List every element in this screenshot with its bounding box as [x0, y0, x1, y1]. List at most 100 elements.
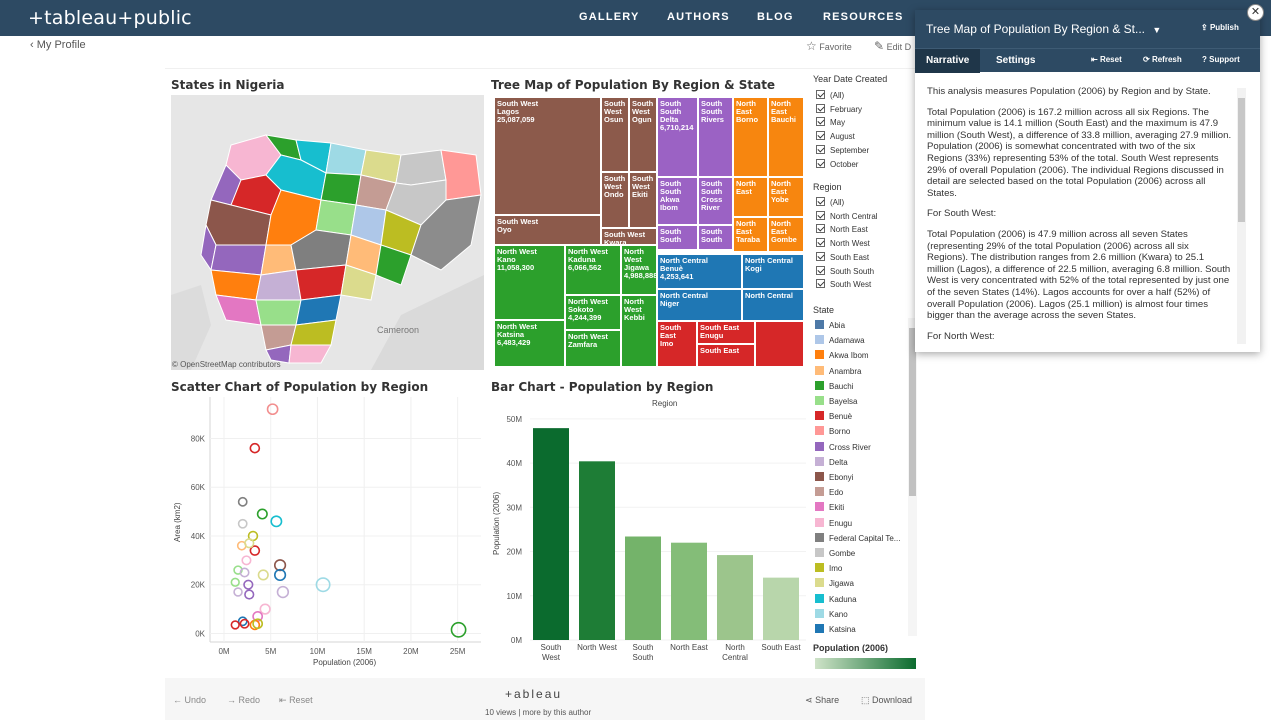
filter-region-option[interactable]: North Central [816, 210, 878, 221]
checkbox-icon[interactable] [816, 224, 825, 234]
checkbox-icon[interactable] [816, 131, 825, 141]
favorite-button[interactable]: ☆ Favorite [806, 39, 852, 53]
close-icon[interactable]: ✕ [1247, 4, 1264, 21]
treemap-cell[interactable]: North West Kebbi [621, 295, 657, 367]
view-count[interactable]: 10 views | more by this author [485, 708, 591, 717]
treemap-cell[interactable]: North East Taraba [733, 217, 768, 252]
checkbox-icon[interactable] [816, 238, 825, 248]
panel-refresh-button[interactable]: ⟳ Refresh [1143, 55, 1182, 64]
treemap-cell[interactable]: South East Imo [657, 321, 697, 367]
treemap-cell[interactable]: South South Cross River [698, 177, 733, 225]
treemap-cell[interactable]: South West Ekiti [629, 172, 657, 228]
filter-year-option[interactable]: (All) [816, 90, 844, 100]
state-legend-item[interactable]: Imo [815, 563, 842, 573]
treemap-cell[interactable]: North East Bauchi [768, 97, 804, 177]
state-legend-item[interactable]: Federal Capital Te... [815, 532, 900, 543]
filter-year-option[interactable]: February [816, 103, 862, 114]
redo-button[interactable]: → Redo [227, 695, 260, 705]
treemap-cell[interactable] [755, 321, 804, 367]
scrollbar-thumb[interactable] [909, 328, 916, 496]
panel-support-button[interactable]: ? Support [1202, 55, 1240, 64]
narrative-scrollbar[interactable] [1237, 88, 1246, 344]
treemap-cell[interactable]: South West Osun [601, 97, 629, 172]
checkbox-icon[interactable] [816, 210, 825, 220]
download-button[interactable]: ⬚ Download [861, 695, 912, 706]
treemap-cell[interactable]: North Central Kogi [742, 254, 804, 289]
state-legend-item[interactable]: Katsina [815, 624, 856, 634]
checkbox-icon[interactable] [816, 117, 825, 127]
treemap-cell[interactable]: North East Borno [733, 97, 768, 177]
state-legend-item[interactable]: Cross River [815, 441, 871, 452]
checkbox-icon[interactable] [816, 103, 825, 113]
state-legend-item[interactable]: Anambra [815, 365, 861, 376]
state-legend-item[interactable]: Akwa Ibom [815, 350, 869, 360]
filter-region-option[interactable]: (All) [816, 197, 844, 207]
panel-reset-button[interactable]: ⇤ Reset [1091, 55, 1122, 64]
treemap-cell[interactable]: North West Kaduna 6,066,562 [565, 245, 621, 295]
nav-authors[interactable]: AUTHORS [667, 11, 730, 23]
state-legend-item[interactable]: Ebonyi [815, 472, 853, 482]
checkbox-icon[interactable] [816, 251, 825, 261]
state-legend-item[interactable]: Bauchi [815, 380, 853, 391]
state-legend-item[interactable]: Delta [815, 456, 848, 467]
filter-region-option[interactable]: South East [816, 251, 869, 262]
state-legend-item[interactable]: Gombe [815, 548, 855, 558]
state-legend-item[interactable]: Jigawa [815, 578, 854, 588]
share-button[interactable]: ⋖ Share [805, 695, 839, 706]
tableau-public-logo[interactable]: +tableau+public [28, 7, 192, 29]
bar-chart[interactable]: Region Population (2006) 0M 10M 20M 30M 40M 5… [486, 392, 806, 675]
treemap-cell[interactable]: North West Zamfara [565, 330, 621, 367]
treemap-cell[interactable]: North West Kano 11,058,300 [494, 245, 565, 320]
tab-settings[interactable]: Settings [985, 49, 1046, 73]
checkbox-icon[interactable] [816, 90, 825, 99]
nigeria-states-map[interactable]: Cameroon [171, 95, 484, 370]
nav-resources[interactable]: RESOURCES [823, 11, 903, 23]
nav-gallery[interactable]: GALLERY [579, 11, 640, 23]
treemap-cell[interactable]: South West Ogun [629, 97, 657, 172]
treemap-cell[interactable]: South South [698, 225, 733, 250]
narrative-scroll-thumb[interactable] [1238, 98, 1245, 222]
treemap-cell[interactable]: North West Sokoto 4,244,399 [565, 295, 621, 330]
treemap-cell[interactable]: North West Katsina 6,483,429 [494, 320, 565, 367]
treemap-cell[interactable]: South South Rivers [698, 97, 733, 177]
filter-region-option[interactable]: North West [816, 238, 870, 248]
treemap-cell[interactable]: North East Yobe [768, 177, 804, 217]
treemap-cell[interactable]: North East Gombe [768, 217, 804, 252]
treemap-cell[interactable]: South East [697, 344, 755, 367]
checkbox-icon[interactable] [816, 279, 825, 289]
treemap[interactable]: South West Lagos 25,087,059 South West Osun S… [494, 97, 804, 369]
treemap-cell[interactable]: North Central Niger [657, 289, 742, 321]
treemap-cell[interactable]: South South Akwa Ibom [657, 177, 698, 225]
filter-year-option[interactable]: September [816, 144, 869, 155]
tableau-brand[interactable]: +ableau [505, 687, 562, 701]
panel-title[interactable]: Tree Map of Population By Region & St...… [926, 22, 1161, 36]
filter-region-option[interactable]: South South [816, 265, 874, 276]
reset-button[interactable]: ⇤ Reset [279, 695, 313, 706]
state-legend-item[interactable]: Ekiti [815, 502, 844, 512]
tab-narrative[interactable]: Narrative [915, 49, 981, 73]
checkbox-icon[interactable] [816, 144, 825, 154]
treemap-cell[interactable]: South East Enugu [697, 321, 755, 344]
treemap-cell[interactable]: South South Delta 6,710,214 [657, 97, 698, 177]
treemap-cell[interactable]: North Central Benuè 4,253,641 [657, 254, 742, 289]
filter-region-option[interactable]: South West [816, 279, 871, 289]
state-legend-item[interactable]: Enugu [815, 517, 852, 528]
state-legend-item[interactable]: Benuè [815, 411, 852, 421]
nav-blog[interactable]: BLOG [757, 11, 794, 23]
state-legend-scrollbar[interactable] [908, 318, 917, 636]
filter-year-option[interactable]: October [816, 158, 858, 169]
treemap-cell[interactable]: South South [657, 225, 698, 250]
treemap-cell[interactable]: North West Jigawa 4,988,888 [621, 245, 657, 295]
state-legend-item[interactable]: Bayelsa [815, 396, 857, 406]
treemap-cell[interactable]: South West Kwara [601, 228, 657, 245]
scatter-chart[interactable]: Population (2006) Area (km2) 0M 5M 10M 15M 2… [166, 392, 484, 675]
state-legend-item[interactable]: Kano [815, 608, 848, 619]
state-legend-item[interactable]: Borno [815, 426, 850, 436]
checkbox-icon[interactable] [816, 197, 825, 206]
filter-year-option[interactable]: August [816, 131, 855, 141]
treemap-cell[interactable]: North East [733, 177, 768, 217]
treemap-cell[interactable]: South West Lagos 25,087,059 [494, 97, 601, 215]
treemap-cell[interactable]: South West Oyo [494, 215, 601, 245]
publish-button[interactable]: ⇪ Publish [1201, 23, 1239, 32]
state-legend-item[interactable]: Abia [815, 320, 845, 330]
